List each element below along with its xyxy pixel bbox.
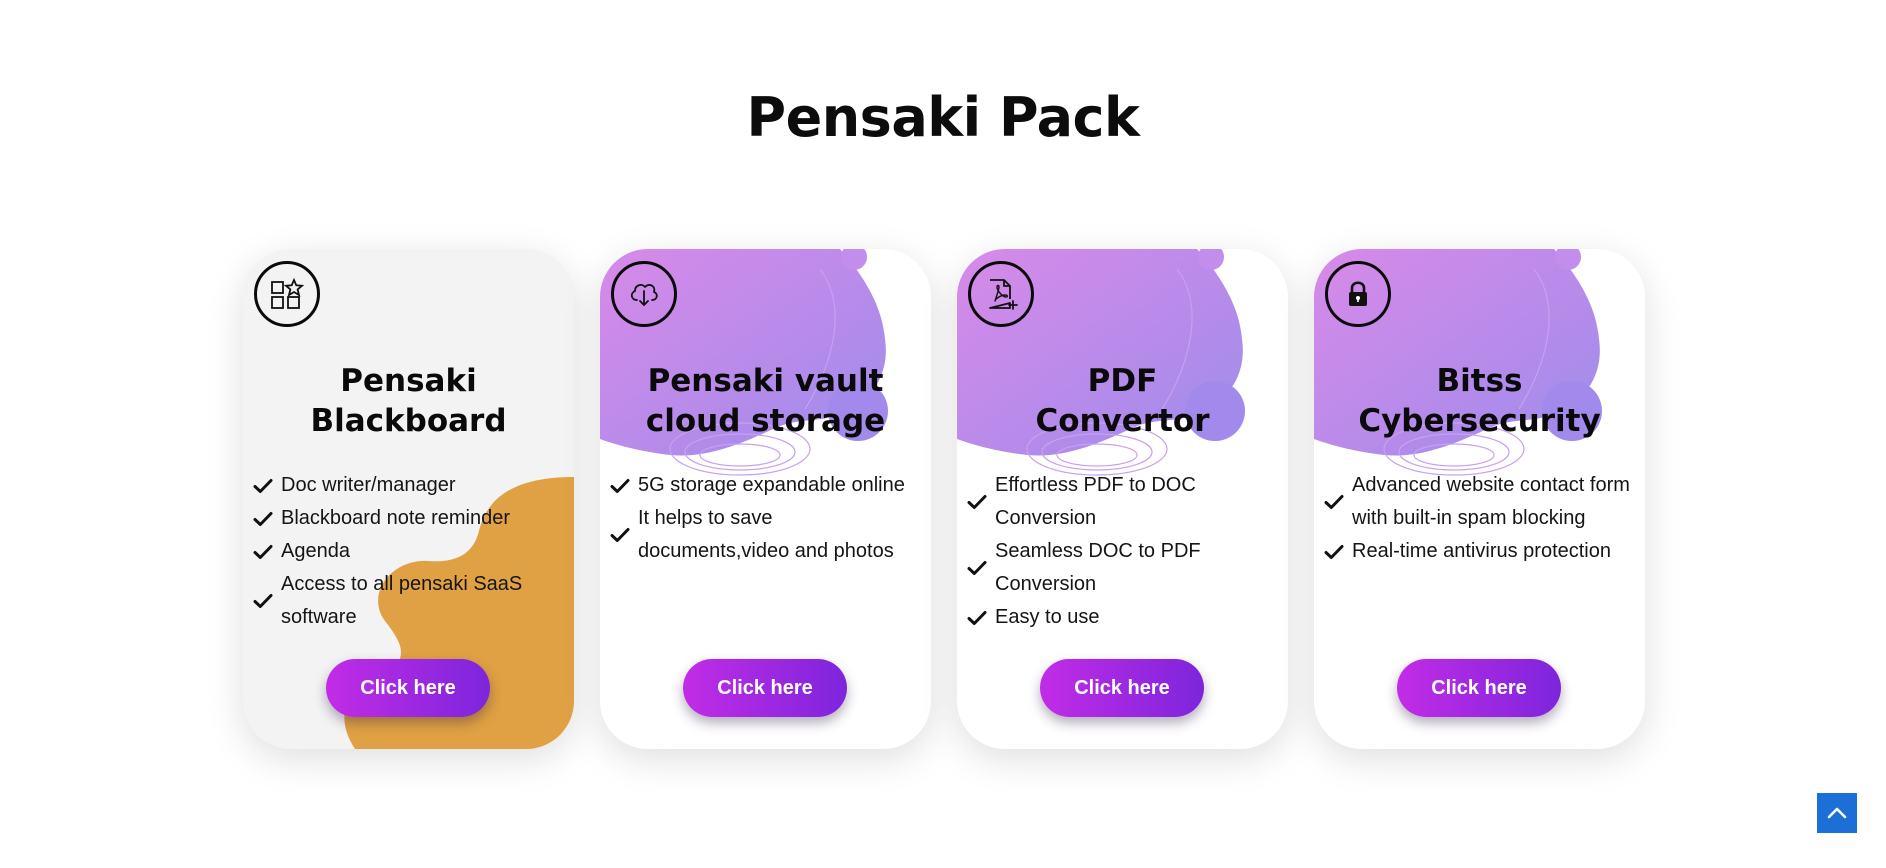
check-icon — [610, 478, 638, 494]
feature-text: It helps to save documents,video and pho… — [638, 507, 894, 562]
card-pensaki-vault: Pensaki vault cloud storage 5G storage e… — [600, 249, 931, 749]
feature-text: Blackboard note reminder — [281, 507, 511, 529]
check-icon — [967, 610, 995, 626]
feature-item: Doc writer/manager — [253, 469, 569, 502]
check-icon — [610, 527, 638, 543]
check-icon — [967, 494, 995, 510]
apps-star-icon — [254, 261, 320, 327]
feature-item: It helps to save documents,video and pho… — [610, 502, 926, 568]
card-title-line1: Pensaki vault — [647, 363, 884, 399]
feature-text: Agenda — [281, 540, 350, 562]
feature-text: Seamless DOC to PDF Conversion — [995, 540, 1201, 595]
card-title-line2: cloud storage — [645, 403, 886, 439]
cloud-download-icon — [611, 261, 677, 327]
pdf-file-icon — [968, 261, 1034, 327]
feature-item: Effortless PDF to DOC Conversion — [967, 469, 1283, 535]
feature-list: Doc writer/manager Blackboard note remin… — [253, 469, 569, 634]
feature-list: Advanced website contact form with built… — [1324, 469, 1640, 568]
feature-text: Doc writer/manager — [281, 474, 456, 496]
pricing-cards: Pensaki Blackboard Doc writer/manager Bl… — [0, 0, 1886, 868]
feature-text: Advanced website contact form with built… — [1352, 474, 1630, 529]
feature-item: Advanced website contact form with built… — [1324, 469, 1640, 535]
feature-text: Real-time antivirus protection — [1352, 540, 1611, 562]
card-title-line1: PDF — [1087, 363, 1158, 399]
feature-text: Effortless PDF to DOC Conversion — [995, 474, 1196, 529]
feature-item: Seamless DOC to PDF Conversion — [967, 535, 1283, 601]
feature-list: Effortless PDF to DOC Conversion Seamles… — [967, 469, 1283, 634]
check-icon — [1324, 494, 1352, 510]
feature-item: Agenda — [253, 535, 569, 568]
feature-item: Access to all pensaki SaaS software — [253, 568, 569, 634]
card-title: Pensaki Blackboard — [243, 361, 574, 441]
click-here-button[interactable]: Click here — [1040, 659, 1204, 717]
card-title-line1: Bitss — [1436, 363, 1523, 399]
feature-item: Real-time antivirus protection — [1324, 535, 1640, 568]
card-title-line2: Cybersecurity — [1358, 403, 1601, 439]
feature-item: 5G storage expandable online — [610, 469, 926, 502]
check-icon — [253, 478, 281, 494]
card-pdf-convertor: PDF Convertor Effortless PDF to DOC Conv… — [957, 249, 1288, 749]
card-title-line2: Blackboard — [310, 403, 507, 439]
feature-text: Easy to use — [995, 606, 1100, 628]
check-icon — [253, 511, 281, 527]
check-icon — [253, 544, 281, 560]
card-title: Bitss Cybersecurity — [1314, 361, 1645, 441]
card-title: PDF Convertor — [957, 361, 1288, 441]
feature-text: 5G storage expandable online — [638, 474, 905, 496]
click-here-button[interactable]: Click here — [326, 659, 490, 717]
check-icon — [967, 560, 995, 576]
lock-icon — [1325, 261, 1391, 327]
card-bitss-cybersecurity: Bitss Cybersecurity Advanced website con… — [1314, 249, 1645, 749]
feature-item: Easy to use — [967, 601, 1283, 634]
card-title: Pensaki vault cloud storage — [600, 361, 931, 441]
feature-list: 5G storage expandable online It helps to… — [610, 469, 926, 568]
check-icon — [253, 593, 281, 609]
check-icon — [1324, 544, 1352, 560]
card-pensaki-blackboard: Pensaki Blackboard Doc writer/manager Bl… — [243, 249, 574, 749]
feature-item: Blackboard note reminder — [253, 502, 569, 535]
chevron-up-icon — [1827, 807, 1847, 819]
scroll-to-top-button[interactable] — [1817, 793, 1857, 833]
click-here-button[interactable]: Click here — [683, 659, 847, 717]
click-here-button[interactable]: Click here — [1397, 659, 1561, 717]
feature-text: Access to all pensaki SaaS software — [281, 573, 523, 628]
card-title-line2: Convertor — [1035, 403, 1210, 439]
card-title-line1: Pensaki — [340, 363, 477, 399]
